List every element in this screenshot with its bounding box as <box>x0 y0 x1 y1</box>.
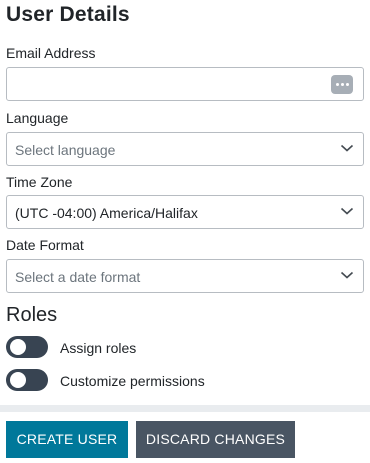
email-label: Email Address <box>6 45 96 61</box>
toggle-knob <box>10 339 26 355</box>
page-title: User Details <box>6 3 130 26</box>
language-select[interactable]: Select language <box>6 132 364 166</box>
customize-permissions-label: Customize permissions <box>60 373 205 389</box>
assign-roles-toggle[interactable] <box>6 336 48 358</box>
create-user-button[interactable]: CREATE USER <box>6 421 128 458</box>
discard-changes-button[interactable]: DISCARD CHANGES <box>136 421 295 458</box>
date-format-label: Date Format <box>6 237 84 253</box>
chevron-down-icon <box>340 144 354 152</box>
language-label: Language <box>6 110 69 126</box>
toggle-knob <box>10 372 26 388</box>
date-format-select[interactable]: Select a date format <box>6 259 364 293</box>
chevron-down-icon <box>340 207 354 215</box>
timezone-label: Time Zone <box>6 174 73 190</box>
footer-divider <box>0 405 370 412</box>
assign-roles-label: Assign roles <box>60 340 137 356</box>
timezone-select[interactable]: (UTC -04:00) America/Halifax <box>6 195 364 229</box>
date-format-placeholder: Select a date format <box>15 269 141 285</box>
more-dots-icon[interactable] <box>331 75 353 94</box>
roles-title: Roles <box>6 304 58 326</box>
chevron-down-icon <box>340 271 354 279</box>
email-field[interactable] <box>6 67 364 101</box>
customize-permissions-toggle[interactable] <box>6 369 48 391</box>
language-placeholder: Select language <box>15 142 116 158</box>
timezone-value: (UTC -04:00) America/Halifax <box>15 205 198 221</box>
